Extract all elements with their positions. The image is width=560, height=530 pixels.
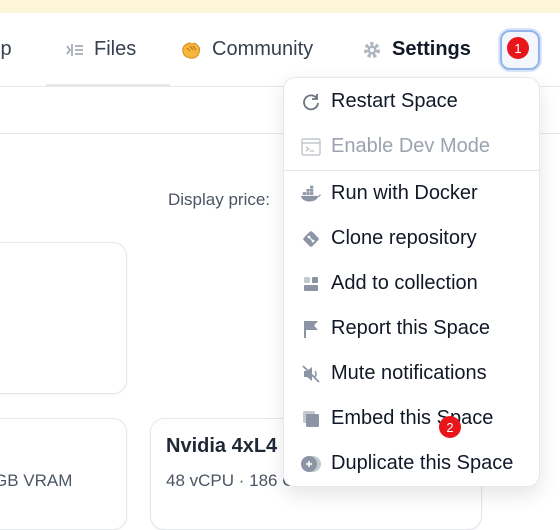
- display-price-label: Display price:: [168, 190, 271, 209]
- notification-count-badge: 1: [507, 37, 529, 59]
- menu-item-enable-dev-mode: Enable Dev Mode: [284, 126, 539, 166]
- gear-icon: [362, 40, 382, 60]
- embed-icon: [300, 408, 322, 430]
- menu-item-label: Run with Docker: [331, 181, 478, 204]
- collection-icon: [300, 273, 322, 295]
- flag-icon: [300, 318, 322, 340]
- space-actions-menu: Restart Space Enable Dev Mode Run with D…: [283, 77, 540, 487]
- hardware-card-title: Nvidia 4xL4: [166, 435, 278, 457]
- menu-item-label: Report this Space: [331, 316, 490, 339]
- step-marker-badge: 2: [439, 416, 461, 438]
- menu-item-mute-notifications[interactable]: Mute notifications: [284, 353, 539, 393]
- top-banner: [0, 0, 560, 13]
- tab-files-label: Files: [94, 38, 137, 60]
- mute-icon: [300, 363, 322, 385]
- menu-item-run-with-docker[interactable]: Run with Docker: [284, 173, 539, 213]
- tab-app[interactable]: App: [0, 13, 12, 86]
- menu-item-label: Enable Dev Mode: [331, 134, 490, 157]
- hardware-card[interactable]: [0, 242, 127, 394]
- tab-community[interactable]: Community: [180, 13, 313, 86]
- git-icon: [300, 228, 322, 250]
- files-icon: [66, 42, 84, 58]
- menu-item-restart-space[interactable]: Restart Space: [284, 81, 539, 121]
- tab-settings-label: Settings: [392, 38, 471, 60]
- menu-item-label: Duplicate this Space: [331, 451, 514, 474]
- duplicate-icon: [300, 453, 322, 475]
- menu-item-label: Clone repository: [331, 226, 477, 249]
- community-icon: [180, 40, 202, 60]
- docker-icon: [300, 183, 322, 205]
- active-tab-indicator: [46, 84, 170, 87]
- terminal-icon: [300, 136, 322, 158]
- menu-item-clone-repository[interactable]: Clone repository: [284, 218, 539, 258]
- tab-settings[interactable]: Settings: [362, 13, 471, 86]
- tab-files[interactable]: Files: [48, 13, 166, 86]
- tab-community-label: Community: [212, 38, 314, 60]
- menu-item-duplicate-this-space[interactable]: Duplicate this Space: [284, 443, 539, 483]
- hardware-card-specs: GB VRAM: [0, 471, 73, 490]
- restart-icon: [300, 91, 322, 113]
- menu-item-label: Add to collection: [331, 271, 478, 294]
- menu-item-add-to-collection[interactable]: Add to collection: [284, 263, 539, 303]
- menu-item-label: Embed this Space: [331, 406, 494, 429]
- menu-item-embed-this-space[interactable]: Embed this Space: [284, 398, 539, 438]
- menu-item-label: Restart Space: [331, 89, 458, 112]
- menu-item-label: Mute notifications: [331, 361, 487, 384]
- tab-app-label: App: [0, 38, 12, 60]
- menu-divider: [284, 170, 539, 171]
- space-header: App Files Community Settings: [0, 13, 560, 87]
- menu-item-report-this-space[interactable]: Report this Space: [284, 308, 539, 348]
